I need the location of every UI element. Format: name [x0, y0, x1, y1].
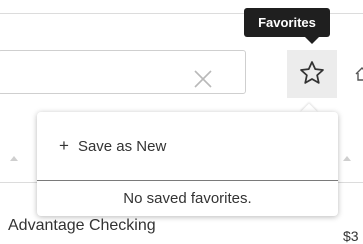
save-as-new-item[interactable]: + Save as New: [37, 126, 338, 166]
dropdown-divider: [37, 180, 338, 181]
account-balance: $3: [343, 228, 359, 244]
sort-arrow-icon: [343, 156, 351, 161]
sort-arrow-icon: [10, 156, 18, 161]
save-as-new-label: Save as New: [77, 137, 167, 155]
home-icon[interactable]: [355, 66, 363, 82]
tooltip-label: Favorites: [258, 15, 316, 30]
favorites-tooltip: Favorites: [244, 8, 330, 37]
tooltip-caret: [305, 37, 319, 44]
favorites-button[interactable]: [287, 50, 337, 98]
empty-favorites-message: No saved favorites.: [123, 189, 252, 207]
plus-icon: +: [59, 136, 69, 155]
star-icon: [298, 59, 326, 90]
close-icon[interactable]: [192, 68, 214, 90]
account-name[interactable]: Advantage Checking: [8, 217, 156, 235]
favorites-dropdown: + Save as New No saved favorites.: [37, 112, 338, 216]
